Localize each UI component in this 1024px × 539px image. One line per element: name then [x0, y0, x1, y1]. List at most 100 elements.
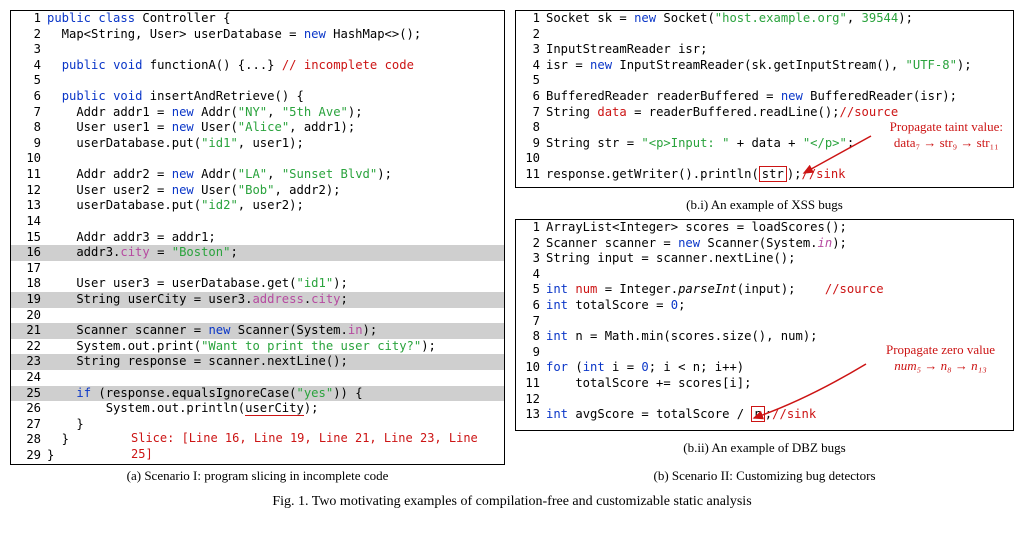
code-line: 21 Scanner scanner = new Scanner(System.… [11, 323, 504, 339]
code-content: public void insertAndRetrieve() { [47, 89, 304, 105]
code-content: User user1 = new User("Alice", addr1); [47, 120, 355, 136]
code-content: int num = Integer.parseInt(input); //sou… [546, 282, 884, 298]
code-content: int totalScore = 0; [546, 298, 685, 314]
code-content: response.getWriter().println(str);//sink [546, 167, 846, 183]
line-number: 10 [520, 360, 546, 376]
code-content: totalScore += scores[i]; [546, 376, 751, 392]
code-line: 22 System.out.print("Want to print the u… [11, 339, 504, 355]
code-line: 16 addr3.city = "Boston"; [11, 245, 504, 261]
scenario-bi-caption: (b.i) An example of XSS bugs [515, 197, 1014, 213]
line-number: 7 [520, 314, 546, 330]
code-line: 19 String userCity = user3.address.city; [11, 292, 504, 308]
code-line: 18 User user3 = userDatabase.get("id1"); [11, 276, 504, 292]
code-line: 24 [11, 370, 504, 386]
line-number: 21 [15, 323, 47, 339]
code-line: 1ArrayList<Integer> scores = loadScores(… [516, 220, 1013, 236]
code-content: public void functionA() {...} // incompl… [47, 58, 414, 74]
line-number: 11 [520, 376, 546, 392]
line-number: 27 [15, 417, 47, 433]
line-number: 4 [15, 58, 47, 74]
line-number: 22 [15, 339, 47, 355]
line-number: 2 [520, 27, 546, 43]
line-number: 12 [520, 392, 546, 408]
line-number: 7 [15, 105, 47, 121]
code-line: 6BufferedReader readerBuffered = new Buf… [516, 89, 1013, 105]
code-line: 2 Map<String, User> userDatabase = new H… [11, 27, 504, 43]
code-line: 7 Addr addr1 = new Addr("NY", "5th Ave")… [11, 105, 504, 121]
line-number: 10 [15, 151, 47, 167]
code-line: 3String input = scanner.nextLine(); [516, 251, 1013, 267]
figure-panels-row: 1public class Controller {2 Map<String, … [10, 10, 1014, 484]
line-number: 5 [520, 73, 546, 89]
line-number: 25 [15, 386, 47, 402]
scenario-b-column: 1Socket sk = new Socket("host.example.or… [515, 10, 1014, 484]
code-line: 12 User user2 = new User("Bob", addr2); [11, 183, 504, 199]
code-content: String str = "<p>Input: " + data + "</p>… [546, 136, 854, 152]
line-number: 5 [15, 73, 47, 89]
code-line: 14 [11, 214, 504, 230]
code-content: Scanner scanner = new Scanner(System.in)… [47, 323, 377, 339]
code-line: 12 [516, 392, 1013, 408]
code-content: Addr addr1 = new Addr("NY", "5th Ave"); [47, 105, 363, 121]
line-number: 24 [15, 370, 47, 386]
code-line: 23 String response = scanner.nextLine(); [11, 354, 504, 370]
code-content: } [47, 448, 54, 464]
scenario-bii-code-box: 1ArrayList<Integer> scores = loadScores(… [515, 219, 1014, 431]
code-content: userDatabase.put("id1", user1); [47, 136, 304, 152]
line-number: 11 [520, 167, 546, 183]
code-content: Addr addr3 = addr1; [47, 230, 216, 246]
line-number: 7 [520, 105, 546, 121]
code-line: 15 Addr addr3 = addr1; [11, 230, 504, 246]
line-number: 1 [520, 11, 546, 27]
line-number: 4 [520, 58, 546, 74]
line-number: 13 [15, 198, 47, 214]
line-number: 23 [15, 354, 47, 370]
code-line: 25 if (response.equalsIgnoreCase("yes"))… [11, 386, 504, 402]
code-line: 17 [11, 261, 504, 277]
code-line: 26 System.out.println(userCity); [11, 401, 504, 417]
code-line: 11response.getWriter().println(str);//si… [516, 167, 1013, 183]
code-content: Socket sk = new Socket("host.example.org… [546, 11, 913, 27]
line-number: 1 [520, 220, 546, 236]
code-line: 13 userDatabase.put("id2", user2); [11, 198, 504, 214]
line-number: 9 [15, 136, 47, 152]
code-line: 5int num = Integer.parseInt(input); //so… [516, 282, 1013, 298]
bi-annotation: Propagate taint value: data₇ → str₉ → st… [890, 119, 1003, 150]
line-number: 20 [15, 308, 47, 324]
code-line: 4isr = new InputStreamReader(sk.getInput… [516, 58, 1013, 74]
code-line: 9 userDatabase.put("id1", user1); [11, 136, 504, 152]
line-number: 10 [520, 151, 546, 167]
line-number: 3 [520, 42, 546, 58]
code-line: 3InputStreamReader isr; [516, 42, 1013, 58]
figure-caption: Fig. 1. Two motivating examples of compi… [272, 494, 751, 510]
line-number: 15 [15, 230, 47, 246]
line-number: 3 [520, 251, 546, 267]
line-number: 13 [520, 407, 546, 423]
line-number: 19 [15, 292, 47, 308]
code-line: 2Scanner scanner = new Scanner(System.in… [516, 236, 1013, 252]
slice-note: Slice: [Line 16, Line 19, Line 21, Line … [131, 431, 504, 462]
code-content: int n = Math.min(scores.size(), num); [546, 329, 818, 345]
scenario-bi-code-box: 1Socket sk = new Socket("host.example.or… [515, 10, 1014, 188]
code-content: if (response.equalsIgnoreCase("yes")) { [47, 386, 363, 402]
code-content: isr = new InputStreamReader(sk.getInputS… [546, 58, 972, 74]
code-content: System.out.print("Want to print the user… [47, 339, 436, 355]
code-content: System.out.println(userCity); [47, 401, 319, 417]
scenario-a-column: 1public class Controller {2 Map<String, … [10, 10, 505, 484]
code-content: addr3.city = "Boston"; [47, 245, 238, 261]
bii-annotation: Propagate zero value num₅ → n₈ → n₁₃ [886, 342, 995, 373]
line-number: 12 [15, 183, 47, 199]
code-line: 11 totalScore += scores[i]; [516, 376, 1013, 392]
code-line: 5 [516, 73, 1013, 89]
code-line: 1public class Controller { [11, 11, 504, 27]
code-line: 13int avgScore = totalScore / n;//sink [516, 407, 1013, 423]
line-number: 16 [15, 245, 47, 261]
code-line: 10 [516, 151, 1013, 167]
code-content: String userCity = user3.address.city; [47, 292, 348, 308]
code-line: 6int totalScore = 0; [516, 298, 1013, 314]
code-content: String data = readerBuffered.readLine();… [546, 105, 898, 121]
code-content: Map<String, User> userDatabase = new Has… [47, 27, 421, 43]
line-number: 4 [520, 267, 546, 283]
code-line: 2 [516, 27, 1013, 43]
scenario-bii-caption: (b.ii) An example of DBZ bugs [515, 440, 1014, 456]
